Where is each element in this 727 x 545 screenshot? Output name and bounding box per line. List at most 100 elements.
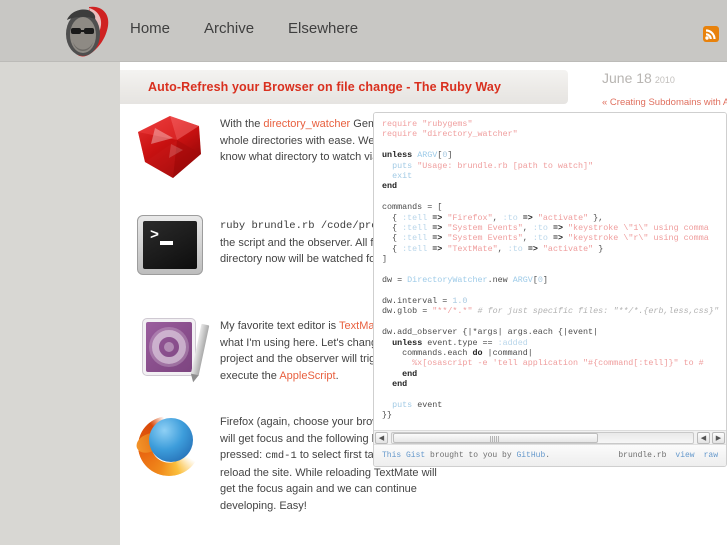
gist-footer: This Gist brought to you by GitHub. brun… (374, 444, 726, 466)
gist-code-line: require "directory_watcher" (382, 129, 726, 139)
textmate-doc (142, 318, 196, 376)
code-token: event (412, 399, 443, 410)
rss-icon[interactable] (703, 26, 719, 42)
textmate-icon (138, 316, 210, 378)
github-link[interactable]: GitHub (516, 451, 545, 460)
post-title-box: Auto-Refresh your Browser on file change… (120, 70, 568, 104)
page-title: Auto-Refresh your Browser on file change… (148, 80, 501, 94)
gear-icon (152, 330, 186, 364)
gist-code-line: require "rubygems" (382, 119, 726, 129)
code-token: end (382, 181, 398, 192)
post-meta: June 18 2010 « Creating Subdomains with A… (602, 70, 727, 108)
gist-code-line (382, 192, 726, 202)
gist-raw-link[interactable]: raw (704, 451, 718, 460)
inline-link-applescript[interactable]: AppleScript (279, 370, 335, 382)
section-text-part: . (335, 369, 339, 382)
code-token: dw.glob = (382, 306, 433, 317)
code-token: => (432, 212, 443, 223)
code-token: , (497, 243, 508, 254)
code-token: "TextMate" (447, 243, 498, 254)
gist-code-line: exit (382, 171, 726, 181)
main-nav: Home Archive Elsewhere (130, 20, 358, 37)
previous-post-link[interactable]: « Creating Subdomains with Apache2 (602, 97, 727, 108)
code-token: ] (447, 150, 453, 161)
gist-filename: brundle.rb (618, 451, 667, 460)
section-text-part: With the (220, 118, 264, 130)
gist-code-line: unless ARGV[0] (382, 150, 726, 160)
code-token: => (432, 223, 443, 234)
scroll-grip (490, 435, 501, 442)
gist-code-line: end (382, 369, 726, 379)
left-gutter (0, 62, 120, 545)
code-token: { (382, 233, 403, 244)
gist-code-line: }} (382, 410, 726, 420)
nav-item-elsewhere[interactable]: Elsewhere (288, 20, 358, 37)
gist-code-line (382, 390, 726, 400)
code-token: } (593, 243, 604, 254)
gist-horizontal-scrollbar[interactable]: ◀ ◀ ▶ (374, 430, 726, 444)
scroll-thumb[interactable] (393, 432, 598, 443)
code-token: , (522, 233, 533, 244)
gist-code-line (382, 265, 726, 275)
post-body: With the directory_watcher Gem we can wa… (120, 112, 727, 527)
inline-code-key-1: cmd-1 (265, 450, 297, 462)
code-token: ] (542, 275, 548, 286)
code-token: => (527, 243, 538, 254)
gist-attribution-period: . (545, 451, 551, 460)
code-token: => (552, 233, 563, 244)
code-token: "directory_watcher" (422, 129, 518, 140)
code-token: dw = (382, 275, 408, 286)
code-token: puts (392, 160, 413, 171)
code-token: "activate" (542, 243, 594, 254)
code-token: "System Events" (447, 223, 523, 234)
code-token: do (472, 347, 483, 358)
scroll-left-button-2[interactable]: ◀ (697, 431, 710, 444)
code-token: => (522, 212, 533, 223)
code-token: { (382, 212, 403, 223)
inline-link-directory-watcher[interactable]: directory_watcher (263, 118, 350, 130)
code-token: %x[osascript -e 'tell application "#{com… (412, 358, 704, 369)
code-token: .new (487, 275, 513, 286)
post-date-year: 2010 (654, 75, 675, 85)
ruby-gem-icon (135, 114, 205, 180)
code-token: "**/*.*" (432, 306, 473, 317)
code-token: => (432, 233, 443, 244)
code-token: 1.0 (452, 295, 468, 306)
code-token: unless (392, 337, 423, 348)
code-token: :to (532, 233, 548, 244)
code-token: , (522, 223, 533, 234)
gist-code-area[interactable]: require "rubygems" require "directory_wat… (374, 113, 726, 433)
nav-item-home[interactable]: Home (130, 20, 170, 37)
scroll-track[interactable] (391, 431, 694, 444)
code-token: require (382, 129, 418, 140)
code-token: :to (507, 243, 523, 254)
nav-item-archive[interactable]: Archive (204, 20, 254, 37)
site-logo-icon[interactable] (56, 4, 118, 60)
gist-code-line: puts event (382, 400, 726, 410)
scroll-left-button[interactable]: ◀ (375, 431, 388, 444)
page-root: Home Archive Elsewhere Auto-Refresh your… (0, 0, 727, 545)
gist-view-link[interactable]: view (675, 451, 694, 460)
terminal-icon (137, 215, 203, 275)
section-icon-cell (120, 213, 220, 275)
code-token: dw.interval = (382, 295, 453, 306)
gist-actions: brundle.rb view raw (618, 451, 718, 460)
content-column: Auto-Refresh your Browser on file change… (120, 62, 727, 545)
firefox-globe (149, 418, 193, 462)
code-token: :to (502, 212, 518, 223)
scroll-right-button[interactable]: ▶ (712, 431, 725, 444)
gist-code-line: commands.each do |command| (382, 348, 726, 358)
code-token: :tell (402, 223, 428, 234)
code-token: event.type == (422, 337, 498, 348)
code-token: "System Events" (447, 233, 523, 244)
gist-code-line: { :tell => "System Events", :to => "keys… (382, 223, 726, 233)
gist-link[interactable]: This Gist (382, 451, 425, 460)
